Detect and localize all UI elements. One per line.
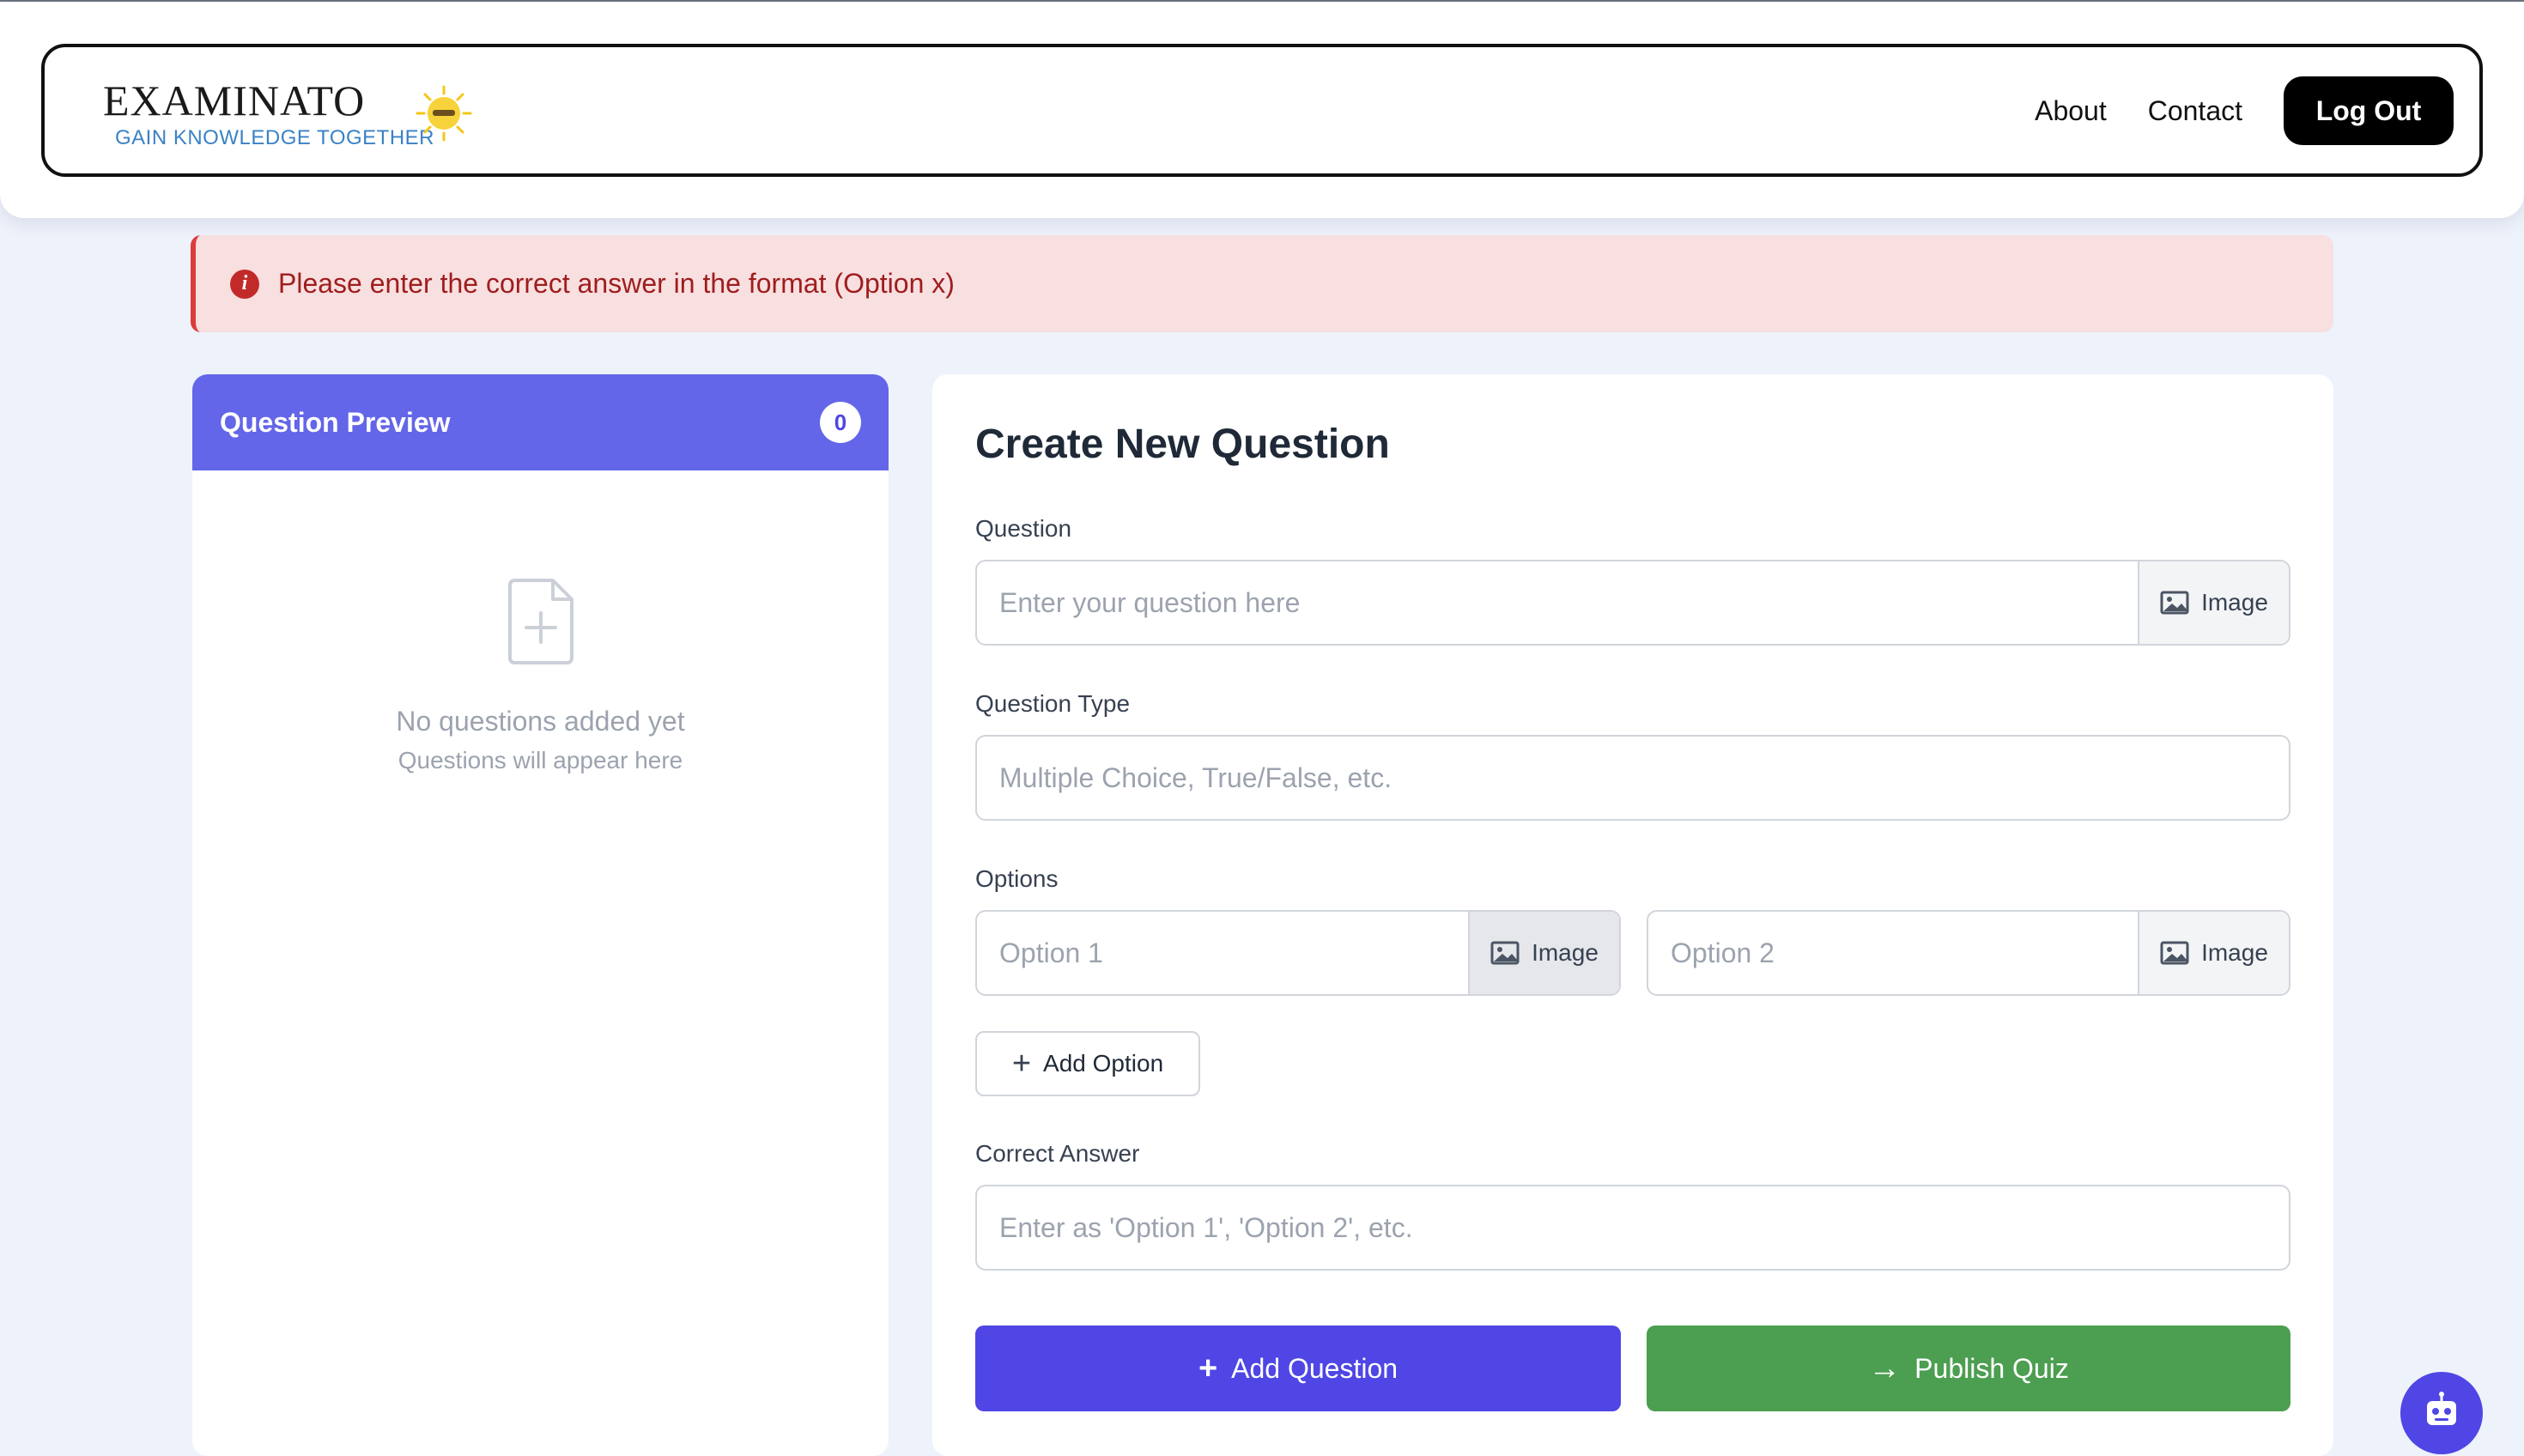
question-label: Question	[975, 515, 1072, 542]
empty-state-subtitle: Questions will appear here	[397, 747, 683, 774]
chatbot-button[interactable]	[2400, 1372, 2483, 1454]
create-question-form: Create New Question Question Image Quest…	[932, 374, 2333, 1456]
plus-icon: +	[1011, 1046, 1032, 1082]
info-icon: i	[230, 269, 259, 299]
option-1-input[interactable]	[977, 912, 1468, 994]
correct-answer-input[interactable]	[977, 1186, 2289, 1269]
form-title: Create New Question	[975, 422, 1390, 467]
correct-answer-field	[975, 1185, 2290, 1271]
question-type-input[interactable]	[977, 737, 2289, 819]
nav-about-link[interactable]: About	[2035, 95, 2107, 127]
arrow-right-icon: →	[1868, 1350, 1902, 1386]
alert-message: Please enter the correct answer in the f…	[278, 268, 955, 299]
publish-quiz-button[interactable]: → Publish Quiz	[1647, 1326, 2290, 1411]
image-icon	[2160, 941, 2189, 965]
option-1-image-button[interactable]: Image	[1468, 912, 1619, 994]
question-input[interactable]	[977, 561, 2138, 644]
option-1-field: Image	[975, 910, 1621, 996]
error-alert: i Please enter the correct answer in the…	[191, 235, 2333, 332]
question-count-badge: 0	[820, 402, 861, 443]
file-add-icon	[508, 579, 573, 664]
empty-state-title: No questions added yet	[396, 706, 685, 737]
add-option-button[interactable]: + Add Option	[975, 1031, 1200, 1096]
question-type-field	[975, 735, 2290, 821]
logout-button[interactable]: Log Out	[2284, 76, 2454, 145]
logo[interactable]: EXAMINATO GAIN KNOWLEDGE TOGETHER	[79, 71, 472, 157]
logo-title: EXAMINATO	[103, 76, 366, 124]
preview-title: Question Preview	[220, 406, 451, 438]
add-question-label: Add Question	[1231, 1352, 1399, 1384]
image-icon	[1490, 941, 1520, 965]
navbar: EXAMINATO GAIN KNOWLEDGE TOGETHER About …	[41, 44, 2483, 177]
nav-links: About Contact Log Out	[2035, 76, 2454, 145]
robot-icon	[2427, 1392, 2456, 1425]
preview-header: Question Preview 0	[192, 374, 889, 470]
options-label: Options	[975, 865, 1059, 892]
correct-answer-label: Correct Answer	[975, 1140, 1140, 1167]
question-image-button[interactable]: Image	[2138, 561, 2289, 644]
add-option-label: Add Option	[1043, 1050, 1164, 1077]
option-2-input[interactable]	[1648, 912, 2138, 994]
sun-logo-icon	[416, 85, 472, 142]
image-button-label: Image	[2201, 939, 2268, 966]
image-icon	[2160, 591, 2189, 615]
option-2-image-button[interactable]: Image	[2138, 912, 2289, 994]
option-2-field: Image	[1647, 910, 2290, 996]
image-button-label: Image	[2201, 589, 2268, 616]
question-type-label: Question Type	[975, 690, 1131, 717]
nav-contact-link[interactable]: Contact	[2148, 95, 2242, 127]
logo-tagline: GAIN KNOWLEDGE TOGETHER	[115, 126, 435, 149]
publish-quiz-label: Publish Quiz	[1914, 1352, 2069, 1384]
add-question-button[interactable]: + Add Question	[975, 1326, 1621, 1411]
image-button-label: Image	[1532, 939, 1599, 966]
header: EXAMINATO GAIN KNOWLEDGE TOGETHER About …	[0, 2, 2524, 218]
plus-icon: +	[1198, 1350, 1218, 1386]
question-preview-panel: Question Preview 0 No questions added ye…	[192, 374, 889, 1456]
question-field: Image	[975, 560, 2290, 646]
